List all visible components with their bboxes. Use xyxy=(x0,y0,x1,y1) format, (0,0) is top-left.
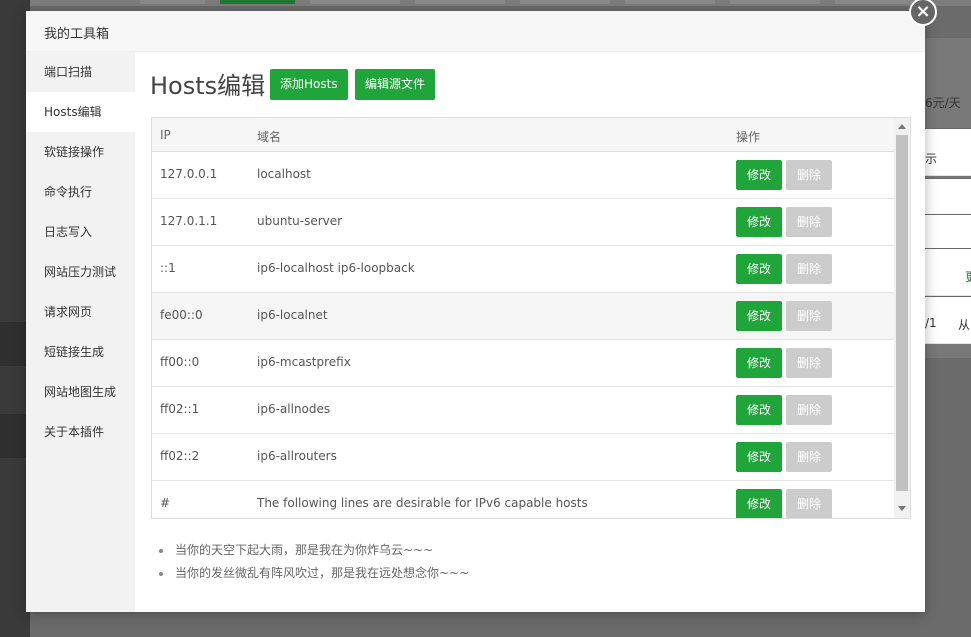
toolbox-sidebar: 端口扫描 Hosts编辑 软链接操作 命令执行 日志写入 网站压力测试 请求网页 短链接生成网… xyxy=(26,52,135,612)
sidebar-item[interactable]: 软链接操作 xyxy=(26,132,135,172)
column-header-domain: 域名 xyxy=(257,130,282,144)
domain-cell: ubuntu-server xyxy=(257,214,343,228)
background-tab xyxy=(310,0,400,4)
edit-button[interactable]: 修改 xyxy=(736,489,782,518)
ip-cell: ::1 xyxy=(160,261,176,275)
delete-button[interactable]: 删除 xyxy=(786,254,832,284)
column-header-ip: IP xyxy=(160,128,171,142)
sidebar-item[interactable]: 请求网页 xyxy=(26,292,135,332)
bullet-icon xyxy=(159,549,163,553)
sidebar-item[interactable]: 网站地图生成 xyxy=(26,372,135,412)
edit-source-file-button[interactable]: 编辑源文件 xyxy=(355,69,436,100)
add-hosts-button[interactable]: 添加Hosts xyxy=(270,69,348,100)
hosts-editor-panel: Hosts编辑 添加Hosts 编辑源文件 IP 域名 操作 127.0.0.1… xyxy=(135,52,925,612)
background-page-text: /1 xyxy=(925,316,937,330)
background-from-text: 从 xyxy=(958,318,971,332)
background-tabbar xyxy=(30,0,971,6)
domain-cell: ip6-localhost ip6-loopback xyxy=(257,261,415,275)
column-header-actions: 操作 xyxy=(736,130,761,144)
ip-cell: ff00::0 xyxy=(160,355,200,369)
ip-cell: 127.0.0.1 xyxy=(160,167,218,181)
sidebar-item[interactable]: 端口扫描 xyxy=(26,52,135,92)
background-panel: 6元/天 示 更 /1 从 xyxy=(925,38,971,358)
scroll-down-arrow-icon[interactable] xyxy=(898,506,906,511)
background-tab xyxy=(140,0,205,4)
background-link-text: 更 xyxy=(965,268,971,285)
sidebar-item[interactable]: 短链接生成 xyxy=(26,332,135,372)
background-tab xyxy=(415,0,505,4)
table-row: # The following lines are desirable for I… xyxy=(152,481,894,518)
background-hint-text: 示 xyxy=(925,152,938,166)
ip-cell: fe00::0 xyxy=(160,308,203,322)
edit-button[interactable]: 修改 xyxy=(736,348,782,378)
edit-button[interactable]: 修改 xyxy=(736,442,782,472)
edit-button[interactable]: 修改 xyxy=(736,160,782,190)
ip-cell: ff02::2 xyxy=(160,449,200,463)
table-scrollbar[interactable] xyxy=(894,118,910,518)
toolbox-modal: 我的工具箱 端口扫描 Hosts编辑 软链接操作 命令执行 日志写入 网站压力测试 请求网页… xyxy=(26,11,925,612)
domain-cell: ip6-mcastprefix xyxy=(257,355,351,369)
domain-cell: ip6-allnodes xyxy=(257,402,331,416)
background-tab xyxy=(625,0,715,4)
edit-button[interactable]: 修改 xyxy=(736,207,782,237)
notes-list: 当你的天空下起大雨，那是我在为你炸乌云~~~ 当你的发丝微乱有阵风吹过，那是我在远… xyxy=(159,539,469,585)
delete-button[interactable]: 删除 xyxy=(786,348,832,378)
bullet-icon xyxy=(159,572,163,576)
background-tab xyxy=(835,0,915,4)
note-item: 当你的天空下起大雨，那是我在为你炸乌云~~~ xyxy=(159,539,469,562)
hosts-table: IP 域名 操作 127.0.0.1 localhost 修改 删除 127.0.1.1… xyxy=(151,117,911,519)
table-row: ::1 ip6-localhost ip6-loopback 修改 删除 xyxy=(152,246,894,293)
table-header: IP 域名 操作 xyxy=(152,118,894,152)
modal-header: 我的工具箱 xyxy=(26,11,925,52)
delete-button[interactable]: 删除 xyxy=(786,160,832,190)
background-tab xyxy=(520,0,610,4)
delete-button[interactable]: 删除 xyxy=(786,301,832,331)
edit-button[interactable]: 修改 xyxy=(736,395,782,425)
edit-button[interactable]: 修改 xyxy=(736,301,782,331)
background-tab xyxy=(730,0,820,4)
table-row: ff00::0 ip6-mcastprefix 修改 删除 xyxy=(152,340,894,387)
domain-cell: localhost xyxy=(257,167,311,181)
sidebar-item[interactable]: Hosts编辑 xyxy=(26,92,135,132)
domain-cell: ip6-localnet xyxy=(257,308,328,322)
delete-button[interactable]: 删除 xyxy=(786,442,832,472)
table-row: 127.0.0.1 localhost 修改 删除 xyxy=(152,152,894,199)
domain-cell: ip6-allrouters xyxy=(257,449,337,463)
note-text: 当你的天空下起大雨，那是我在为你炸乌云~~~ xyxy=(175,543,434,557)
sidebar-item[interactable]: 关于本插件 xyxy=(26,412,135,452)
scrollbar-thumb[interactable] xyxy=(896,135,908,491)
domain-cell: The following lines are desirable for IP… xyxy=(257,496,588,510)
ip-cell: 127.0.1.1 xyxy=(160,214,218,228)
edit-button[interactable]: 修改 xyxy=(736,254,782,284)
note-text: 当你的发丝微乱有阵风吹过，那是我在远处想念你~~~ xyxy=(175,566,470,580)
delete-button[interactable]: 删除 xyxy=(786,395,832,425)
table-row: ff02::1 ip6-allnodes 修改 删除 xyxy=(152,387,894,434)
background-tab-active xyxy=(220,0,295,4)
table-row: ff02::2 ip6-allrouters 修改 删除 xyxy=(152,434,894,481)
ip-cell: ff02::1 xyxy=(160,402,200,416)
background-price-text: 6元/天 xyxy=(925,96,961,110)
delete-button[interactable]: 删除 xyxy=(786,489,832,518)
modal-title: 我的工具箱 xyxy=(44,27,110,42)
ip-cell: # xyxy=(160,496,171,510)
sidebar-item[interactable]: 日志写入 xyxy=(26,212,135,252)
page-title: Hosts编辑 xyxy=(150,72,266,100)
note-item: 当你的发丝微乱有阵风吹过，那是我在远处想念你~~~ xyxy=(159,562,469,585)
sidebar-item[interactable]: 命令执行 xyxy=(26,172,135,212)
sidebar-item[interactable]: 网站压力测试 xyxy=(26,252,135,292)
table-row: fe00::0 ip6-localnet 修改 删除 xyxy=(152,293,894,340)
table-row: 127.0.1.1 ubuntu-server 修改 删除 xyxy=(152,199,894,246)
scroll-up-arrow-icon[interactable] xyxy=(898,124,906,129)
delete-button[interactable]: 删除 xyxy=(786,207,832,237)
